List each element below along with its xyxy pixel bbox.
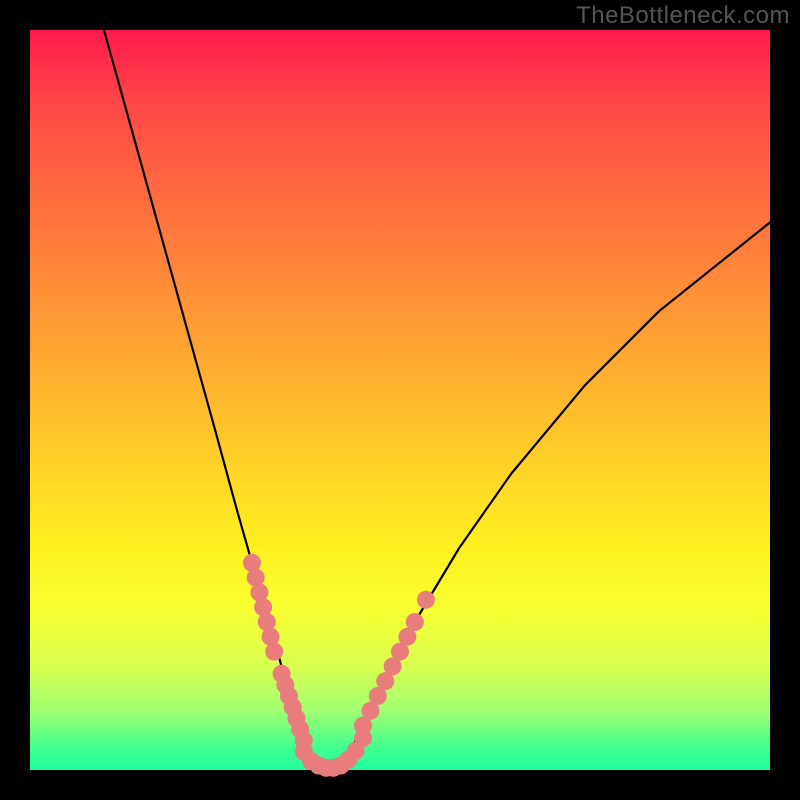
marker-right-cluster	[406, 613, 424, 631]
markers-group	[243, 554, 435, 777]
series-group	[104, 30, 770, 770]
marker-left-cluster-upper	[265, 643, 283, 661]
marker-right-outlier	[417, 591, 435, 609]
watermark-text: TheBottleneck.com	[576, 2, 790, 30]
series-right-branch	[341, 222, 770, 766]
chart-svg	[30, 30, 770, 770]
